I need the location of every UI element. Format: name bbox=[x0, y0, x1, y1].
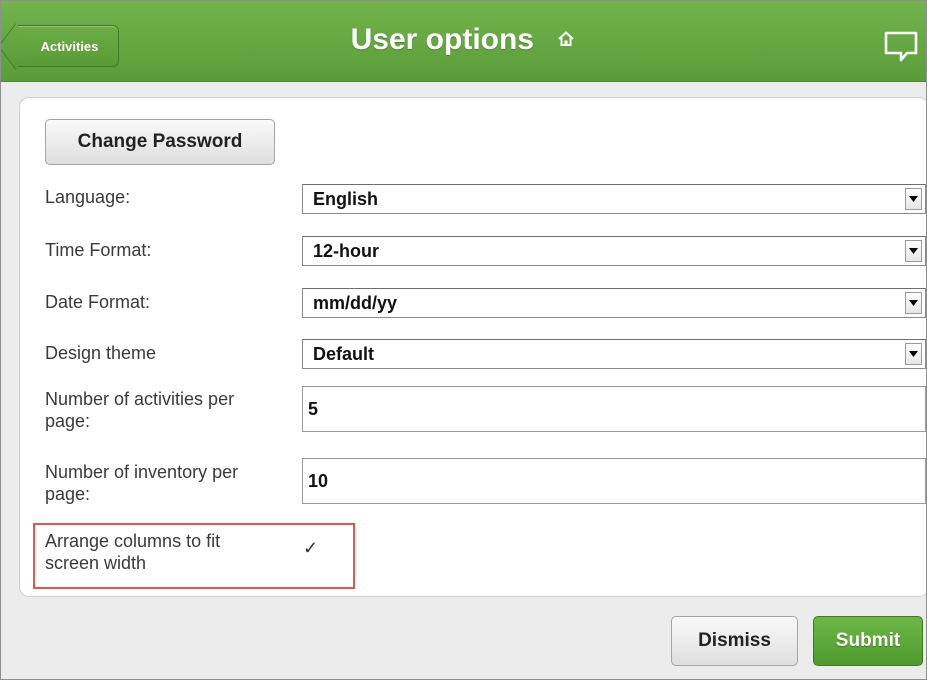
header-bar: Activities User options bbox=[1, 1, 926, 82]
inventory-per-page-input[interactable]: 10 bbox=[302, 458, 926, 504]
date-format-label: Date Format: bbox=[45, 292, 151, 312]
back-button-label: Activities bbox=[40, 38, 99, 54]
design-theme-label: Design theme bbox=[45, 343, 157, 363]
dropdown-arrow-icon[interactable] bbox=[905, 240, 922, 262]
language-value: English bbox=[313, 189, 379, 209]
change-password-button[interactable]: Change Password bbox=[45, 119, 275, 165]
activities-per-page-label-line1: Number of activities per bbox=[45, 389, 235, 409]
design-theme-value: Default bbox=[313, 344, 375, 364]
dropdown-arrow-icon[interactable] bbox=[905, 343, 922, 365]
page-title: User options bbox=[350, 23, 534, 56]
inventory-per-page-label-line2: page: bbox=[45, 484, 91, 504]
page-title-wrap: User options bbox=[1, 23, 926, 57]
home-icon[interactable] bbox=[556, 29, 576, 49]
options-panel: Change Password Language: English Time F… bbox=[19, 97, 926, 597]
inventory-per-page-value: 10 bbox=[308, 471, 329, 491]
dropdown-arrow-icon[interactable] bbox=[905, 188, 922, 210]
activities-per-page-input[interactable]: 5 bbox=[302, 386, 926, 432]
time-format-label: Time Format: bbox=[45, 240, 152, 260]
language-label: Language: bbox=[45, 187, 131, 207]
time-format-value: 12-hour bbox=[313, 241, 380, 261]
highlight-box bbox=[33, 523, 355, 589]
submit-button[interactable]: Submit bbox=[813, 616, 923, 666]
dropdown-arrow-icon[interactable] bbox=[905, 292, 922, 314]
inventory-per-page-label-line1: Number of inventory per bbox=[45, 462, 239, 482]
date-format-select[interactable]: mm/dd/yy bbox=[302, 288, 926, 318]
design-theme-select[interactable]: Default bbox=[302, 339, 926, 369]
time-format-select[interactable]: 12-hour bbox=[302, 236, 926, 266]
date-format-value: mm/dd/yy bbox=[313, 293, 398, 313]
activities-per-page-value: 5 bbox=[308, 399, 319, 419]
user-options-window: Activities User options Change Password … bbox=[0, 0, 927, 680]
language-select[interactable]: English bbox=[302, 184, 926, 214]
dismiss-button[interactable]: Dismiss bbox=[671, 616, 798, 666]
activities-per-page-label: Number of activities per page: bbox=[45, 388, 234, 432]
inventory-per-page-label: Number of inventory per page: bbox=[45, 461, 238, 505]
activities-per-page-label-line2: page: bbox=[45, 411, 91, 431]
chat-icon[interactable] bbox=[884, 31, 918, 63]
